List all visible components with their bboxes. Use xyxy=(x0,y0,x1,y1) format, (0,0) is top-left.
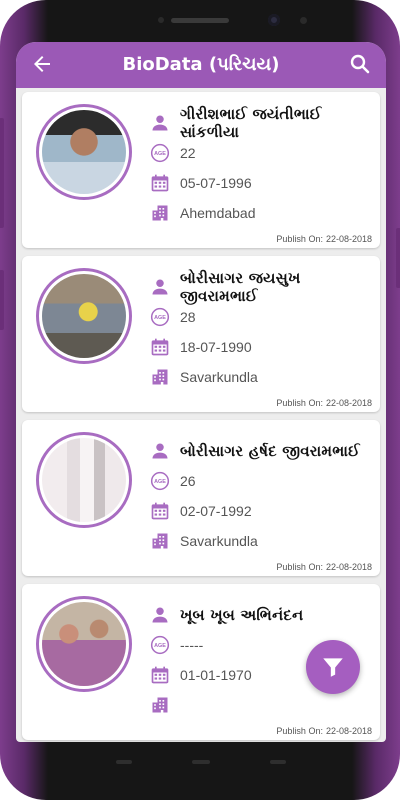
search-icon[interactable] xyxy=(348,52,372,76)
age-icon: AGE xyxy=(150,307,170,327)
bixby-button xyxy=(0,270,4,330)
profile-city: Savarkundla xyxy=(180,369,258,385)
avatar-ring xyxy=(36,268,132,364)
avatar-ring xyxy=(36,596,132,692)
publish-date: Publish On: 22-08-2018 xyxy=(276,562,372,572)
power-button xyxy=(396,228,400,288)
avatar xyxy=(42,274,126,358)
app-screen: BioData (પરિચય) ગીરીશભાઈ જયંતીભાઈ સાંકળી… xyxy=(16,42,386,742)
building-icon xyxy=(152,369,168,385)
profile-age: 22 xyxy=(180,145,196,161)
profile-age: 26 xyxy=(180,473,196,489)
earpiece-speaker xyxy=(171,18,229,23)
calendar-icon xyxy=(151,174,169,192)
person-icon xyxy=(152,279,168,295)
age-icon: AGE xyxy=(150,635,170,655)
publish-label: Publish On: xyxy=(276,398,323,408)
building-icon xyxy=(152,205,168,221)
profile-card[interactable]: ગીરીશભાઈ જયંતીભાઈ સાંકળીયા AGE 22 05-07-… xyxy=(22,92,380,248)
city-row: Savarkundla xyxy=(150,362,370,392)
publish-date: Publish On: 22-08-2018 xyxy=(276,398,372,408)
dob-row: 05-07-1996 xyxy=(150,168,370,198)
profile-city: Savarkundla xyxy=(180,533,258,549)
publish-date-value: 22-08-2018 xyxy=(325,234,372,244)
phone-frame: BioData (પરિચય) ગીરીશભાઈ જયંતીભાઈ સાંકળી… xyxy=(0,0,400,800)
recent-apps-hint xyxy=(116,760,132,764)
publish-date-value: 22-08-2018 xyxy=(325,398,372,408)
calendar-icon xyxy=(151,502,169,520)
avatar xyxy=(42,602,126,686)
age-icon: AGE xyxy=(150,143,170,163)
avatar-ring xyxy=(36,432,132,528)
profile-name: ગીરીશભાઈ જયંતીભાઈ સાંકળીયા xyxy=(180,105,322,141)
profile-dob: 05-07-1996 xyxy=(180,175,252,191)
filter-button[interactable] xyxy=(306,640,360,694)
profile-name: બોરીસાગર જયસુખ જીવરામભાઈ xyxy=(180,269,301,305)
svg-text:AGE: AGE xyxy=(154,643,166,649)
publish-date-value: 22-08-2018 xyxy=(325,726,372,736)
building-icon xyxy=(152,697,168,713)
profile-info: બોરીસાગર જયસુખ જીવરામભાઈ AGE 28 18-07-19… xyxy=(150,269,370,392)
avatar xyxy=(42,438,126,522)
calendar-icon xyxy=(151,666,169,684)
age-row: AGE 22 xyxy=(150,138,370,168)
city-row xyxy=(150,690,370,720)
profile-age: 28 xyxy=(180,309,196,325)
page-title: BioData (પરિચય) xyxy=(122,54,280,75)
avatar xyxy=(42,110,126,194)
proximity-sensor xyxy=(158,17,164,23)
front-camera xyxy=(268,14,280,26)
profile-info: બોરીસાગર હર્ષદ જીવરામભાઈ AGE 26 02-07-19… xyxy=(150,436,370,556)
profile-dob: 18-07-1990 xyxy=(180,339,252,355)
profile-dob: 01-01-1970 xyxy=(180,667,252,683)
volume-button xyxy=(0,118,4,228)
publish-date-value: 22-08-2018 xyxy=(325,562,372,572)
svg-text:AGE: AGE xyxy=(154,315,166,321)
dob-row: 18-07-1990 xyxy=(150,332,370,362)
back-hint xyxy=(270,760,286,764)
calendar-icon xyxy=(151,338,169,356)
name-row: ગીરીશભાઈ જયંતીભાઈ સાંકળીયા xyxy=(150,105,370,141)
age-icon: AGE xyxy=(150,471,170,491)
name-row: ખૂબ ખૂબ અભિનંદન xyxy=(150,600,370,630)
name-row: બોરીસાગર જયસુખ જીવરામભાઈ xyxy=(150,269,370,305)
publish-date: Publish On: 22-08-2018 xyxy=(276,726,372,736)
profile-city: Ahemdabad xyxy=(180,205,256,221)
svg-text:AGE: AGE xyxy=(154,151,166,157)
age-row: AGE 28 xyxy=(150,302,370,332)
publish-date: Publish On: 22-08-2018 xyxy=(276,234,372,244)
age-row: AGE 26 xyxy=(150,466,370,496)
iris-sensor xyxy=(300,17,307,24)
profile-card[interactable]: બોરીસાગર જયસુખ જીવરામભાઈ AGE 28 18-07-19… xyxy=(22,256,380,412)
avatar-ring xyxy=(36,104,132,200)
building-icon xyxy=(152,533,168,549)
person-icon xyxy=(152,443,168,459)
filter-icon xyxy=(323,658,343,677)
svg-text:AGE: AGE xyxy=(154,479,166,485)
profile-age: ----- xyxy=(180,637,204,653)
city-row: Savarkundla xyxy=(150,526,370,556)
dob-row: 02-07-1992 xyxy=(150,496,370,526)
publish-label: Publish On: xyxy=(276,234,323,244)
city-row: Ahemdabad xyxy=(150,198,370,228)
bottom-bezel xyxy=(16,742,386,792)
profile-dob: 02-07-1992 xyxy=(180,503,252,519)
profile-info: ગીરીશભાઈ જયંતીભાઈ સાંકળીયા AGE 22 05-07-… xyxy=(150,105,370,228)
name-row: બોરીસાગર હર્ષદ જીવરામભાઈ xyxy=(150,436,370,466)
publish-label: Publish On: xyxy=(276,562,323,572)
person-icon xyxy=(152,607,168,623)
profile-name: ખૂબ ખૂબ અભિનંદન xyxy=(180,606,304,624)
app-bar: BioData (પરિચય) xyxy=(16,42,386,88)
home-hint xyxy=(192,760,210,764)
profile-name: બોરીસાગર હર્ષદ જીવરામભાઈ xyxy=(180,442,360,460)
publish-label: Publish On: xyxy=(276,726,323,736)
profile-card[interactable]: બોરીસાગર હર્ષદ જીવરામભાઈ AGE 26 02-07-19… xyxy=(22,420,380,576)
person-icon xyxy=(152,115,168,131)
